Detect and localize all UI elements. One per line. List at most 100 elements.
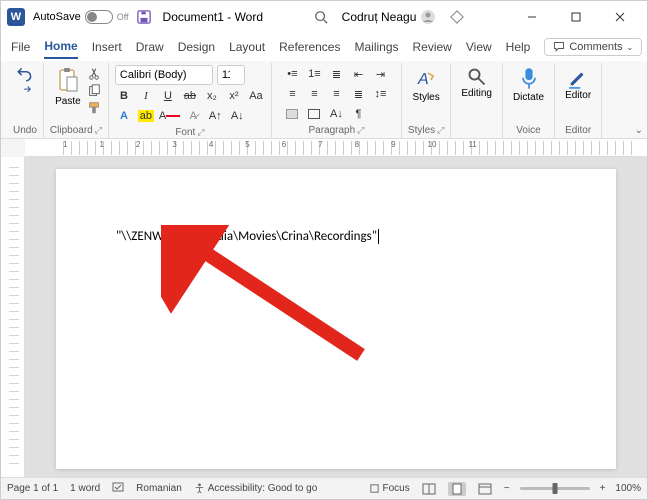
user-avatar-icon: [420, 9, 436, 25]
italic-button[interactable]: I: [137, 87, 155, 105]
diamond-icon[interactable]: [450, 10, 464, 24]
tab-file[interactable]: File: [11, 36, 30, 58]
focus-icon: [369, 483, 380, 494]
editor-button[interactable]: Editor: [561, 65, 595, 103]
document-scroll[interactable]: "\\ZENWIFI-AX\Media\Movies\Crina\Recordi…: [25, 157, 647, 477]
save-icon[interactable]: [137, 10, 151, 24]
group-label-voice: Voice: [516, 123, 540, 138]
editing-button[interactable]: Editing: [457, 65, 496, 101]
zoom-in-button[interactable]: +: [600, 483, 606, 494]
align-right-button[interactable]: ≡: [327, 85, 345, 103]
tab-design[interactable]: Design: [178, 36, 215, 58]
autosave-state: Off: [117, 12, 129, 22]
comment-icon: [553, 41, 565, 53]
borders-button[interactable]: [305, 105, 323, 123]
subscript-button[interactable]: x₂: [203, 87, 221, 105]
status-page[interactable]: Page 1 of 1: [7, 483, 58, 494]
strike-button[interactable]: ab: [181, 87, 199, 105]
increase-indent-button[interactable]: ⇥: [371, 65, 389, 83]
highlight-button[interactable]: ab: [137, 107, 155, 125]
bullets-button[interactable]: •≡: [283, 65, 301, 83]
cut-icon[interactable]: [87, 67, 101, 81]
search-icon[interactable]: [314, 10, 328, 24]
horizontal-ruler[interactable]: 1 1 2 3 4 5 6 7 8 9 10 11: [25, 139, 647, 157]
multilevel-button[interactable]: ≣: [327, 65, 345, 83]
user-name: Codruț Neagu: [342, 10, 417, 24]
tab-references[interactable]: References: [279, 36, 340, 58]
clear-format-button[interactable]: A̷: [184, 107, 202, 125]
tab-insert[interactable]: Insert: [92, 36, 122, 58]
font-color-button[interactable]: A: [159, 107, 180, 125]
dictate-button[interactable]: Dictate: [509, 65, 548, 105]
format-painter-icon[interactable]: [87, 101, 101, 115]
status-bar: Page 1 of 1 1 word Romanian Accessibilit…: [1, 477, 647, 499]
shading-button[interactable]: [283, 105, 301, 123]
status-words[interactable]: 1 word: [70, 483, 100, 494]
undo-icon[interactable]: [16, 65, 34, 83]
tab-view[interactable]: View: [466, 36, 492, 58]
superscript-button[interactable]: x²: [225, 87, 243, 105]
decrease-indent-button[interactable]: ⇤: [349, 65, 367, 83]
tab-review[interactable]: Review: [413, 36, 452, 58]
user-account[interactable]: Codruț Neagu: [342, 9, 437, 25]
zoom-out-button[interactable]: −: [504, 483, 510, 494]
autosave-toggle[interactable]: AutoSave Off: [33, 10, 129, 24]
styles-label: Styles: [413, 92, 440, 103]
comments-button[interactable]: Comments ⌄: [544, 38, 642, 56]
paste-button[interactable]: Paste: [51, 65, 85, 109]
svg-text:A: A: [417, 71, 429, 88]
group-label-paragraph: Paragraph ⤢: [308, 123, 364, 138]
paste-icon: [56, 67, 80, 95]
maximize-button[interactable]: [559, 5, 593, 29]
bold-button[interactable]: B: [115, 87, 133, 105]
numbering-button[interactable]: 1≡: [305, 65, 323, 83]
align-center-button[interactable]: ≡: [305, 85, 323, 103]
autosave-label: AutoSave: [33, 11, 81, 23]
tab-help[interactable]: Help: [506, 36, 531, 58]
ribbon-tabs: File Home Insert Draw Design Layout Refe…: [1, 33, 647, 61]
collapse-ribbon-button[interactable]: ⌄: [635, 125, 643, 136]
vertical-ruler[interactable]: [1, 157, 25, 477]
group-label-clipboard: Clipboard ⤢: [50, 123, 102, 138]
read-mode-button[interactable]: [420, 482, 438, 496]
accessibility-icon: [194, 483, 205, 494]
document-text[interactable]: "\\ZENWIFI-AX\Media\Movies\Crina\Recordi…: [116, 229, 379, 244]
underline-button[interactable]: U: [159, 87, 177, 105]
styles-icon: A: [414, 67, 438, 91]
line-spacing-button[interactable]: ↕≡: [371, 85, 389, 103]
zoom-slider[interactable]: [520, 487, 590, 490]
toggle-icon[interactable]: [85, 10, 113, 24]
group-label-undo: Undo: [13, 123, 37, 138]
text-effects-button[interactable]: A: [115, 107, 133, 125]
print-layout-button[interactable]: [448, 482, 466, 496]
tab-home[interactable]: Home: [44, 35, 77, 59]
web-layout-button[interactable]: [476, 482, 494, 496]
copy-icon[interactable]: [87, 84, 101, 98]
find-icon: [467, 67, 487, 87]
sort-button[interactable]: A↓: [327, 105, 345, 123]
shrink-font-button[interactable]: A↓: [228, 107, 246, 125]
font-name-input[interactable]: [115, 65, 213, 85]
align-left-button[interactable]: ≡: [283, 85, 301, 103]
tab-layout[interactable]: Layout: [229, 36, 265, 58]
show-marks-button[interactable]: ¶: [349, 105, 367, 123]
font-size-input[interactable]: [217, 65, 245, 85]
tab-mailings[interactable]: Mailings: [354, 36, 398, 58]
focus-button[interactable]: Focus: [369, 483, 410, 494]
status-accessibility[interactable]: Accessibility: Good to go: [194, 483, 318, 494]
change-case-button[interactable]: Aa: [247, 87, 265, 105]
minimize-button[interactable]: [515, 5, 549, 29]
status-proofing-icon[interactable]: [112, 481, 124, 496]
tab-draw[interactable]: Draw: [136, 36, 164, 58]
justify-button[interactable]: ≣: [349, 85, 367, 103]
grow-font-button[interactable]: A↑: [206, 107, 224, 125]
status-language[interactable]: Romanian: [136, 483, 182, 494]
redo-icon[interactable]: [18, 85, 32, 95]
styles-button[interactable]: A Styles: [409, 65, 444, 105]
document-title: Document1 - Word: [163, 10, 263, 24]
zoom-level[interactable]: 100%: [615, 483, 641, 494]
close-button[interactable]: [603, 5, 637, 29]
page[interactable]: "\\ZENWIFI-AX\Media\Movies\Crina\Recordi…: [56, 169, 616, 469]
dictate-label: Dictate: [513, 92, 544, 103]
editing-label: Editing: [461, 88, 492, 99]
